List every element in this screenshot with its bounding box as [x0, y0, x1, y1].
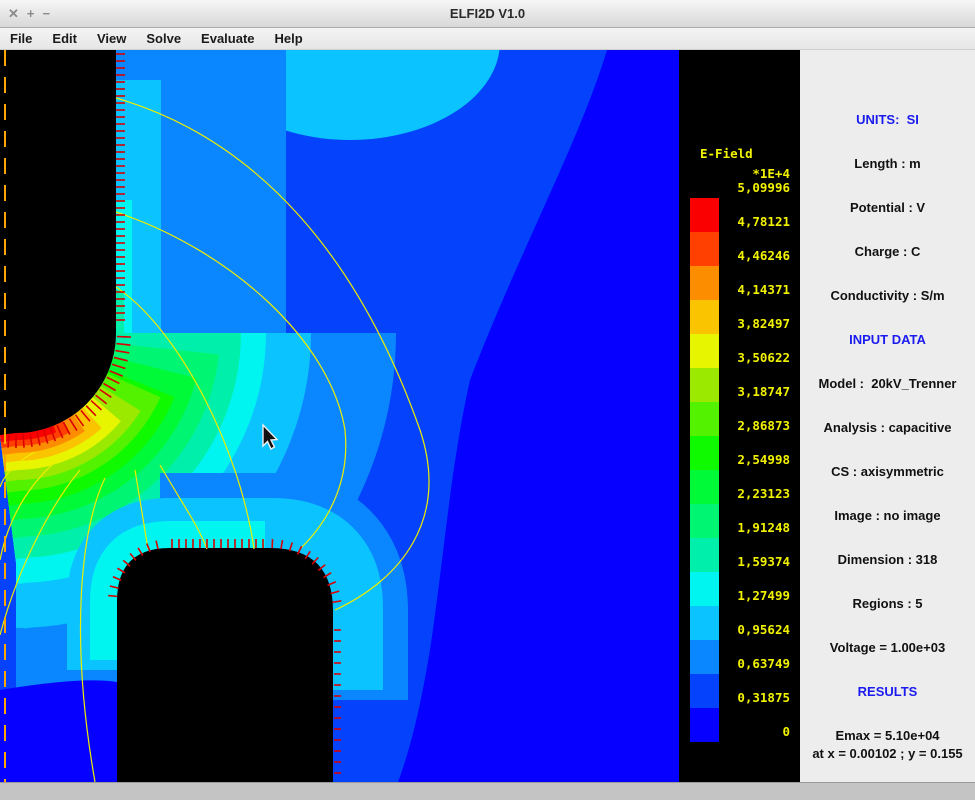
- panel-row: Charge : C: [800, 243, 975, 261]
- legend-band: [690, 232, 719, 266]
- legend-value: 0,63749: [737, 656, 790, 671]
- legend-band: [690, 334, 719, 368]
- panel-row: Voltage = 1.00e+03: [800, 639, 975, 657]
- legend-band: [690, 606, 719, 640]
- legend: E-Field *1E+4 5,09996 4,78121 4,46246 4,143…: [679, 50, 800, 782]
- legend-band: [690, 198, 719, 232]
- electrode-top-left: [0, 50, 116, 435]
- elfi2d-window: ✕+− ELFI2D V1.0 FileEditViewSolveEvaluat…: [0, 0, 975, 800]
- window-title: ELFI2D V1.0: [0, 0, 975, 28]
- legend-value: 0,95624: [737, 622, 790, 637]
- legend-value: 3,18747: [737, 384, 790, 399]
- legend-value: 0,31875: [737, 690, 790, 705]
- panel-row: Model : 20kV_Trenner: [800, 375, 975, 393]
- legend-band: [690, 538, 719, 572]
- legend-band: [690, 572, 719, 606]
- panel-section-header: INPUT DATA: [800, 331, 975, 349]
- menu-item-evaluate[interactable]: Evaluate: [191, 28, 264, 49]
- legend-multiplier: *1E+4: [752, 166, 790, 181]
- menu-item-view[interactable]: View: [87, 28, 136, 49]
- legend-value: 3,50622: [737, 350, 790, 365]
- legend-band: [690, 504, 719, 538]
- legend-band: [690, 266, 719, 300]
- legend-band: [690, 674, 719, 708]
- info-panel: UNITS: SI Length : m Potential : V Charge :…: [800, 50, 975, 782]
- legend-value: 1,27499: [737, 588, 790, 603]
- legend-band: [690, 300, 719, 334]
- electrode-bottom: [117, 548, 333, 782]
- legend-band: [690, 402, 719, 436]
- legend-band: [690, 640, 719, 674]
- legend-band: [690, 708, 719, 742]
- panel-section-header: RESULTS: [800, 683, 975, 701]
- legend-value: 4,78121: [737, 214, 790, 229]
- panel-row: Length : m: [800, 155, 975, 173]
- legend-colorbar: [690, 198, 719, 742]
- legend-value: 4,46246: [737, 248, 790, 263]
- panel-row: Potential : V: [800, 199, 975, 217]
- menu-item-help[interactable]: Help: [265, 28, 313, 49]
- legend-value: 0: [782, 724, 790, 739]
- panel-row: Dimension : 318: [800, 551, 975, 569]
- legend-band: [690, 368, 719, 402]
- panel-row: Emax = 5.10e+04: [800, 727, 975, 745]
- legend-value: 5,09996: [737, 180, 790, 195]
- legend-value: 2,54998: [737, 452, 790, 467]
- title-bar: ✕+− ELFI2D V1.0: [0, 0, 975, 28]
- panel-row: Analysis : capacitive: [800, 419, 975, 437]
- panel-row: at x = 0.00102 ; y = 0.155: [800, 745, 975, 763]
- legend-value: 1,59374: [737, 554, 790, 569]
- menu-item-solve[interactable]: Solve: [136, 28, 191, 49]
- legend-band: [690, 436, 719, 470]
- status-bar: [0, 782, 975, 800]
- legend-value: 3,82497: [737, 316, 790, 331]
- menu-item-file[interactable]: File: [8, 28, 42, 49]
- legend-value: 4,14371: [737, 282, 790, 297]
- legend-value: 2,23123: [737, 486, 790, 501]
- menu-bar: FileEditViewSolveEvaluateHelp: [0, 28, 975, 50]
- panel-section-header: UNITS: SI: [800, 111, 975, 129]
- field-canvas[interactable]: E-Field *1E+4 5,09996 4,78121 4,46246 4,143…: [0, 50, 800, 782]
- panel-row: CS : axisymmetric: [800, 463, 975, 481]
- panel-row: Image : no image: [800, 507, 975, 525]
- panel-row: Regions : 5: [800, 595, 975, 613]
- panel-row: Conductivity : S/m: [800, 287, 975, 305]
- legend-band: [690, 470, 719, 504]
- legend-value: 2,86873: [737, 418, 790, 433]
- menu-item-edit[interactable]: Edit: [42, 28, 87, 49]
- legend-title: E-Field: [700, 146, 753, 161]
- legend-value: 1,91248: [737, 520, 790, 535]
